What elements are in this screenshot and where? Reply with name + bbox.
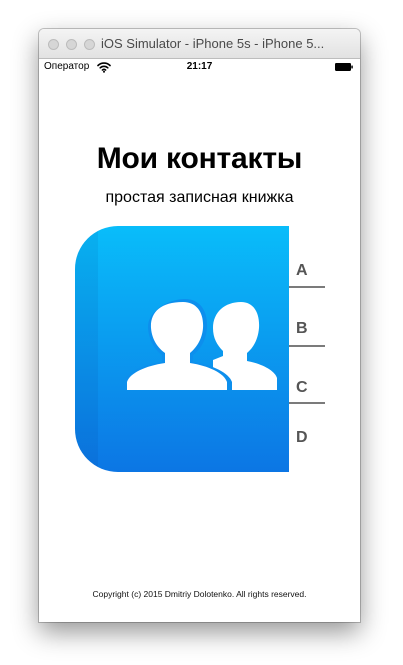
tab-divider <box>289 286 325 288</box>
tab-divider <box>289 345 325 347</box>
battery-icon <box>335 63 353 71</box>
tab-a[interactable]: A <box>289 261 325 319</box>
minimize-window-button[interactable] <box>66 39 77 50</box>
tab-divider <box>289 402 325 404</box>
tab-letter: D <box>296 429 308 446</box>
status-time: 21:17 <box>186 61 213 72</box>
tab-d[interactable]: D <box>289 429 325 487</box>
tab-c[interactable]: C <box>289 377 325 435</box>
book-spine <box>75 226 98 472</box>
simulator-window: iOS Simulator - iPhone 5s - iPhone 5... … <box>39 29 360 622</box>
tab-b[interactable]: B <box>289 318 325 376</box>
tab-letter: C <box>296 379 308 396</box>
copyright-notice: Copyright (c) 2015 Dmitriy Dolotenko. Al… <box>92 589 307 599</box>
people-icon <box>123 298 277 390</box>
ios-status-bar: Оператор 21:17 <box>39 59 360 75</box>
tab-letter: A <box>296 262 308 279</box>
close-window-button[interactable] <box>48 39 59 50</box>
app-subtitle: простая записная книжка <box>105 189 294 206</box>
zoom-window-button[interactable] <box>84 39 95 50</box>
window-title: iOS Simulator - iPhone 5s - iPhone 5... <box>101 36 325 51</box>
app-title: Мои контакты <box>96 142 303 175</box>
tab-letter: B <box>296 320 308 337</box>
window-titlebar[interactable]: iOS Simulator - iPhone 5s - iPhone 5... <box>39 29 360 59</box>
address-book-logo <box>75 226 289 472</box>
